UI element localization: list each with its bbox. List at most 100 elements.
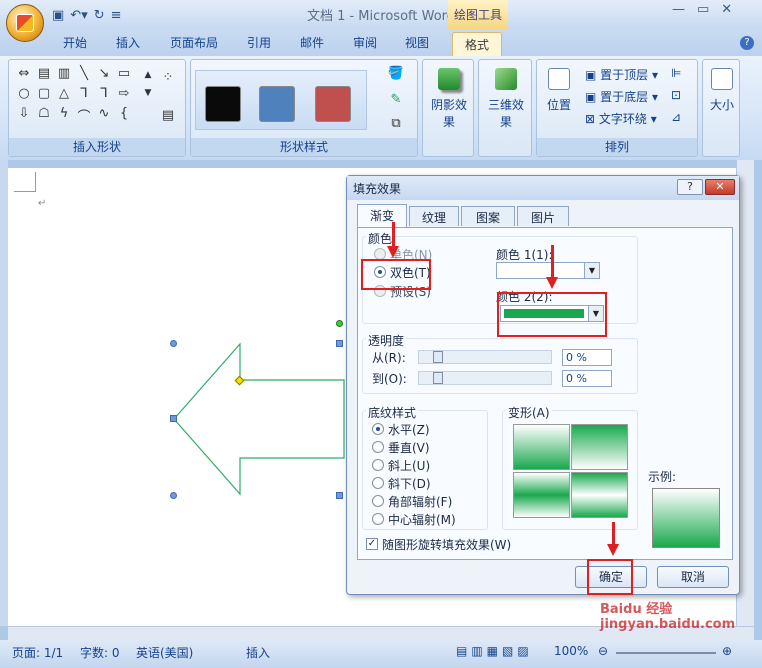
- send-back-button[interactable]: ▣ 置于底层 ▾: [585, 88, 658, 105]
- tab-references[interactable]: 引用: [247, 34, 271, 51]
- shape-arrow-line-icon[interactable]: ↘: [95, 66, 113, 81]
- dialog-tab-texture[interactable]: 纹理: [409, 206, 459, 226]
- shape-right-arrow-icon[interactable]: ⇨: [115, 86, 133, 101]
- dialog-help-button[interactable]: ?: [677, 179, 703, 195]
- variant-4[interactable]: [571, 472, 628, 518]
- draw-textbox-icon[interactable]: ▤: [159, 108, 177, 123]
- shape-lightning-icon[interactable]: ϟ: [55, 106, 73, 121]
- shape-callout-icon[interactable]: ☖: [35, 106, 53, 121]
- shape-outline-icon[interactable]: ✎: [387, 92, 405, 107]
- from-slider-thumb[interactable]: [433, 351, 443, 363]
- paragraph-mark: ↵: [38, 198, 47, 209]
- radio-preset[interactable]: [374, 285, 386, 297]
- shape-line-icon[interactable]: ╲: [75, 66, 93, 81]
- group-objects-icon[interactable]: ⊡: [671, 88, 681, 102]
- radio-shading-horizontal[interactable]: [372, 423, 384, 435]
- selection-handle-tr[interactable]: [336, 340, 343, 347]
- zoom-slider[interactable]: [616, 652, 716, 654]
- dialog-close-button[interactable]: ✕: [705, 179, 735, 195]
- ok-button[interactable]: 确定: [575, 566, 647, 588]
- tab-home[interactable]: 开始: [63, 34, 87, 51]
- from-spinbox[interactable]: 0 %: [562, 349, 612, 366]
- status-words[interactable]: 字数: 0: [80, 644, 120, 661]
- view-buttons[interactable]: ▤▥▦▧▨: [456, 644, 533, 658]
- cancel-button[interactable]: 取消: [657, 566, 729, 588]
- 3d-effects-button[interactable]: 三维效果: [483, 68, 529, 130]
- shape-elbow2-icon[interactable]: ⅂: [95, 86, 113, 101]
- radio-shading-vertical[interactable]: [372, 441, 384, 453]
- dialog-tab-picture[interactable]: 图片: [517, 206, 569, 226]
- tab-review[interactable]: 审阅: [353, 34, 377, 51]
- color1-label: 颜色 1(1):: [496, 248, 553, 262]
- shape-text-icon[interactable]: ⇔: [15, 66, 33, 81]
- variant-1[interactable]: [513, 424, 570, 470]
- to-spinbox[interactable]: 0 %: [562, 370, 612, 387]
- edit-shape-icon[interactable]: ⁘: [159, 70, 177, 85]
- to-slider-thumb[interactable]: [433, 372, 443, 384]
- shape-curve-icon[interactable]: ⌒: [75, 106, 93, 125]
- shapes-scroll-down-icon[interactable]: ▼: [139, 88, 157, 98]
- status-language[interactable]: 英语(美国): [136, 644, 193, 661]
- change-shape-icon[interactable]: ⧉: [387, 116, 405, 131]
- shape-fill-icon[interactable]: 🪣: [387, 66, 405, 81]
- bring-front-button[interactable]: ▣ 置于顶层 ▾: [585, 66, 658, 83]
- style-swatch-blue[interactable]: [259, 86, 295, 122]
- tab-insert[interactable]: 插入: [116, 34, 140, 51]
- preset-label: 预设(S): [390, 285, 431, 299]
- selection-handle-tl[interactable]: [170, 340, 177, 347]
- from-slider[interactable]: [418, 350, 552, 364]
- watermark: Baidu 经验 jingyan.baidu.com: [600, 602, 736, 632]
- radio-one-color[interactable]: [374, 248, 386, 260]
- rotate-handle[interactable]: [336, 320, 343, 327]
- dialog-tab-pattern[interactable]: 图案: [461, 206, 515, 226]
- tab-format[interactable]: 格式: [452, 32, 503, 56]
- tab-page-layout[interactable]: 页面布局: [170, 34, 218, 51]
- radio-shading-diag-up[interactable]: [372, 459, 384, 471]
- help-icon[interactable]: ?: [740, 36, 754, 50]
- shapes-scroll-up-icon[interactable]: ▲: [139, 70, 157, 80]
- zoom-level[interactable]: 100%: [554, 644, 588, 658]
- shape-rect-icon[interactable]: ▭: [115, 66, 133, 81]
- radio-two-colors[interactable]: [374, 266, 386, 278]
- text-wrap-button[interactable]: ⊠ 文字环绕 ▾: [585, 110, 657, 127]
- align-icon[interactable]: ⊫: [671, 66, 681, 80]
- shape-triangle-icon[interactable]: △: [55, 86, 73, 101]
- dialog-tab-gradient[interactable]: 渐变: [357, 204, 407, 228]
- shape-oval-icon[interactable]: ○: [15, 86, 33, 101]
- radio-shading-corner[interactable]: [372, 495, 384, 507]
- tab-mailings[interactable]: 邮件: [300, 34, 324, 51]
- shape-elbow-icon[interactable]: ⅂: [75, 86, 93, 101]
- status-page[interactable]: 页面: 1/1: [12, 644, 63, 661]
- shape-brace-icon[interactable]: {: [115, 106, 133, 121]
- variant-2[interactable]: [571, 424, 628, 470]
- selection-handle-ml[interactable]: [170, 415, 177, 422]
- left-arrow-outline: [173, 342, 345, 496]
- tab-view[interactable]: 视图: [405, 34, 429, 51]
- style-swatch-black[interactable]: [205, 86, 241, 122]
- shape-textbox-icon[interactable]: ▤: [35, 66, 53, 81]
- zoom-in-icon[interactable]: ⊕: [722, 644, 732, 658]
- shape-vtext-icon[interactable]: ▥: [55, 66, 73, 81]
- selection-handle-bl[interactable]: [170, 492, 177, 499]
- shape-arc-icon[interactable]: ∿: [95, 106, 113, 121]
- shape-roundrect-icon[interactable]: ▢: [35, 86, 53, 101]
- color2-dropdown[interactable]: ▼: [500, 305, 604, 322]
- radio-shading-diag-down[interactable]: [372, 477, 384, 489]
- size-button[interactable]: 大小: [705, 68, 739, 113]
- position-button[interactable]: 位置: [541, 68, 577, 113]
- shadow-effects-button[interactable]: 阴影效果: [427, 68, 471, 130]
- to-slider[interactable]: [418, 371, 552, 385]
- close-window-icon[interactable]: ✕: [721, 2, 732, 17]
- radio-shading-center[interactable]: [372, 513, 384, 525]
- shape-down-arrow-icon[interactable]: ⇩: [15, 106, 33, 121]
- style-swatch-red[interactable]: [315, 86, 351, 122]
- minimize-icon[interactable]: —: [672, 2, 685, 17]
- maximize-icon[interactable]: ▭: [697, 2, 709, 17]
- zoom-out-icon[interactable]: ⊖: [598, 644, 608, 658]
- variant-3[interactable]: [513, 472, 570, 518]
- selection-handle-br[interactable]: [336, 492, 343, 499]
- status-mode[interactable]: 插入: [246, 644, 270, 661]
- office-button[interactable]: [6, 4, 44, 42]
- rotate-icon[interactable]: ⊿: [671, 110, 681, 124]
- rotate-with-shape-checkbox[interactable]: ✓: [366, 538, 378, 550]
